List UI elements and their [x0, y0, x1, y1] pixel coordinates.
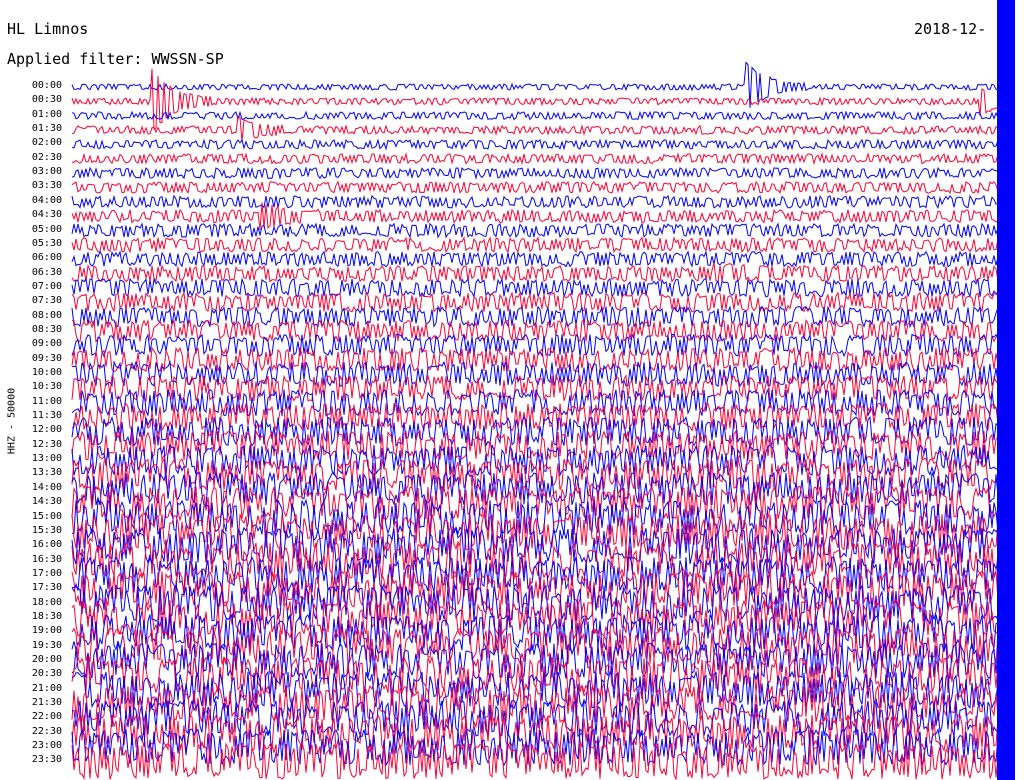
trace-0300 [71, 166, 1011, 180]
trace-0330 [71, 180, 1011, 195]
trace-0200 [71, 138, 1011, 151]
trace-0500 [71, 222, 1011, 239]
trace-0030 [71, 68, 1011, 131]
trace-0700 [71, 277, 1011, 299]
trace-0730 [71, 291, 1011, 314]
trace-0530 [71, 236, 1011, 254]
trace-2330 [71, 741, 1011, 780]
trace-0630 [71, 262, 1011, 284]
trace-0130 [71, 115, 1011, 142]
seismogram-plot [71, 0, 1015, 780]
trace-0230 [71, 152, 1011, 166]
trace-1130 [71, 401, 1011, 432]
saturated-trace-block [997, 0, 1015, 780]
trace-1000 [71, 360, 1011, 388]
trace-0400 [71, 194, 1010, 210]
trace-0600 [71, 250, 1011, 268]
trace-0100 [71, 110, 1011, 121]
trace-0830 [72, 318, 1011, 344]
